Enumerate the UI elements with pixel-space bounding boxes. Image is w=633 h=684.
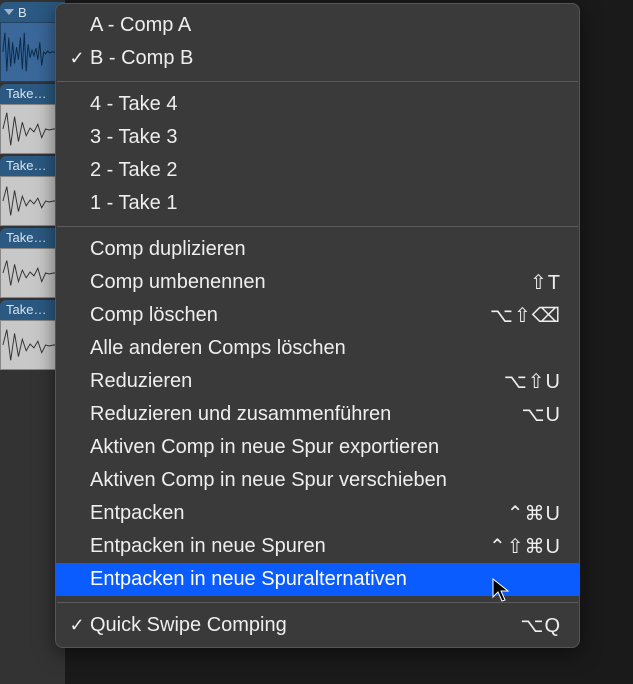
menu-item[interactable]: ✓Quick Swipe Comping⌥Q	[56, 609, 579, 642]
menu-item[interactable]: Aktiven Comp in neue Spur exportieren	[56, 431, 579, 464]
menu-item[interactable]: ✓B - Comp B	[56, 42, 579, 75]
menu-item-label: Comp umbenennen	[90, 271, 530, 294]
disclosure-triangle-icon[interactable]	[4, 9, 14, 15]
menu-item-label: Aktiven Comp in neue Spur exportieren	[90, 436, 561, 459]
menu-item-label: Comp löschen	[90, 304, 490, 327]
menu-item-label: Reduzieren und zusammenführen	[90, 403, 522, 426]
menu-item-shortcut: ⌃⇧⌘U	[489, 534, 561, 559]
menu-item[interactable]: Reduzieren und zusammenführen⌥U	[56, 398, 579, 431]
menu-item-shortcut: ⌥⇧⌫	[490, 303, 561, 328]
menu-item-shortcut: ⌃⌘U	[507, 501, 561, 526]
menu-item[interactable]: Comp löschen⌥⇧⌫	[56, 299, 579, 332]
menu-item[interactable]: 4 - Take 4	[56, 88, 579, 121]
menu-item[interactable]: Comp duplizieren	[56, 233, 579, 266]
menu-separator	[57, 81, 578, 82]
menu-item-label: 4 - Take 4	[90, 93, 561, 116]
menu-item-shortcut: ⌥U	[522, 402, 562, 427]
menu-item-label: Comp duplizieren	[90, 238, 561, 261]
menu-item[interactable]: Aktiven Comp in neue Spur verschieben	[56, 464, 579, 497]
menu-item[interactable]: Reduzieren⌥⇧U	[56, 365, 579, 398]
take-folder-context-menu[interactable]: A - Comp A✓B - Comp B4 - Take 43 - Take …	[55, 3, 580, 648]
menu-item[interactable]: Entpacken⌃⌘U	[56, 497, 579, 530]
menu-item-shortcut: ⌥⇧U	[504, 369, 561, 394]
menu-item-label: Quick Swipe Comping	[90, 614, 520, 637]
menu-item[interactable]: A - Comp A	[56, 9, 579, 42]
menu-item-shortcut: ⌥Q	[520, 613, 561, 638]
menu-item[interactable]: 1 - Take 1	[56, 187, 579, 220]
menu-item[interactable]: Entpacken in neue Spuralternativen	[56, 563, 579, 596]
menu-item-label: A - Comp A	[90, 14, 561, 37]
menu-item-label: Entpacken	[90, 502, 507, 525]
menu-item-label: B - Comp B	[90, 47, 561, 70]
menu-item-label: Entpacken in neue Spuren	[90, 535, 489, 558]
menu-item[interactable]: 3 - Take 3	[56, 121, 579, 154]
region-header-label: B	[18, 5, 27, 20]
menu-item[interactable]: 2 - Take 2	[56, 154, 579, 187]
menu-separator	[57, 226, 578, 227]
menu-separator	[57, 602, 578, 603]
menu-item-label: Aktiven Comp in neue Spur verschieben	[90, 469, 561, 492]
checkmark-icon: ✓	[64, 48, 90, 69]
menu-item-label: 1 - Take 1	[90, 192, 561, 215]
checkmark-icon: ✓	[64, 615, 90, 636]
menu-item-label: 3 - Take 3	[90, 126, 561, 149]
menu-item[interactable]: Alle anderen Comps löschen	[56, 332, 579, 365]
menu-item-shortcut: ⇧T	[530, 270, 561, 295]
menu-item[interactable]: Comp umbenennen⇧T	[56, 266, 579, 299]
menu-item[interactable]: Entpacken in neue Spuren⌃⇧⌘U	[56, 530, 579, 563]
menu-item-label: Reduzieren	[90, 370, 504, 393]
menu-item-label: 2 - Take 2	[90, 159, 561, 182]
menu-item-label: Entpacken in neue Spuralternativen	[90, 568, 561, 591]
menu-item-label: Alle anderen Comps löschen	[90, 337, 561, 360]
